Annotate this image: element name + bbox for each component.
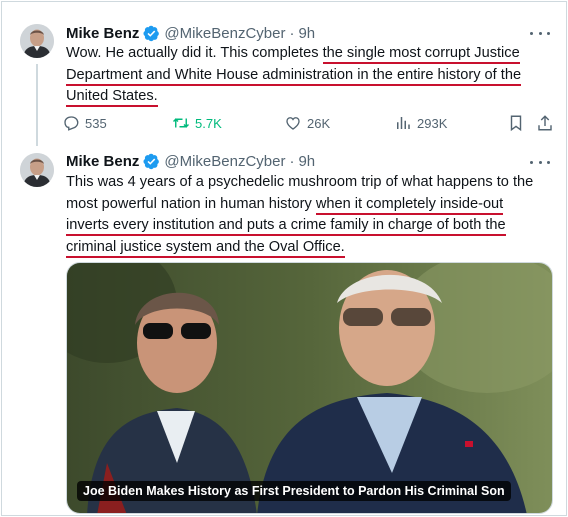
like-button[interactable]: 26K: [284, 112, 330, 134]
like-icon: [286, 117, 300, 130]
underlined-phrase: inverts every institution and puts a cri…: [66, 217, 506, 236]
views-count: 293K: [417, 115, 448, 131]
tweet-text-plain: Wow. He actually did it. This completes: [66, 45, 323, 61]
author-name[interactable]: Mike Benz: [66, 153, 139, 170]
separator-dot: ·: [289, 152, 295, 170]
timestamp[interactable]: 9h: [298, 25, 315, 42]
photo: [67, 263, 552, 513]
tweet-2[interactable]: Mike Benz @MikeBenzCyber · 9h This was 4…: [0, 150, 568, 517]
tweet-text-line: most powerful nation in human history: [66, 195, 316, 212]
underlined-phrase: United States.: [66, 88, 158, 107]
avatar[interactable]: [20, 153, 54, 187]
media-caption: Joe Biden Makes History as First Preside…: [77, 481, 511, 501]
underlined-phrase: the single most corrupt Justice: [322, 45, 520, 64]
repost-icon: [172, 118, 190, 128]
author-handle[interactable]: @MikeBenzCyber: [164, 153, 285, 170]
share-button[interactable]: [536, 112, 559, 134]
more-options-icon[interactable]: [530, 155, 550, 169]
author-name[interactable]: Mike Benz: [66, 25, 139, 42]
reply-count: 535: [85, 115, 107, 131]
repost-count: 5.7K: [195, 115, 222, 131]
separator-dot: ·: [289, 24, 295, 42]
reply-button[interactable]: 535: [62, 112, 107, 134]
thread-line: [36, 64, 38, 146]
tweet-text: Wow. He actually did it. This completes …: [66, 43, 546, 108]
like-count: 26K: [307, 115, 331, 131]
more-options-icon[interactable]: [530, 26, 550, 40]
underlined-phrase: criminal justice system and the Oval Off…: [66, 238, 345, 258]
tweet-1[interactable]: Mike Benz @MikeBenzCyber · 9h Wow. He ac…: [0, 0, 568, 150]
timestamp[interactable]: 9h: [298, 153, 315, 170]
share-icon: [538, 115, 552, 131]
underlined-phrase: Department and White House administratio…: [66, 66, 522, 86]
repost-button[interactable]: 5.7K: [172, 112, 222, 134]
underlined-phrase: when it completely inside-out: [315, 195, 504, 215]
views-icon: [397, 117, 410, 129]
views-button[interactable]: 293K: [394, 112, 447, 134]
tweet-text: This was 4 years of a psychedelic mushro…: [66, 172, 546, 258]
bookmark-button[interactable]: [507, 112, 530, 134]
verified-badge-icon: [143, 25, 160, 41]
tweet-actions: 535 5.7K 26K 293K: [62, 112, 556, 134]
bookmark-icon: [510, 115, 522, 132]
tweet-text-line: This was 4 years of a psychedelic mushro…: [66, 174, 534, 190]
tweet-header: Mike Benz @MikeBenzCyber · 9h: [66, 151, 315, 171]
author-handle[interactable]: @MikeBenzCyber: [164, 25, 285, 42]
avatar[interactable]: [20, 24, 54, 58]
media-image[interactable]: Joe Biden Makes History as First Preside…: [66, 262, 553, 514]
reply-icon: [64, 116, 79, 131]
tweet-header: Mike Benz @MikeBenzCyber · 9h: [66, 23, 315, 43]
verified-badge-icon: [143, 153, 160, 169]
